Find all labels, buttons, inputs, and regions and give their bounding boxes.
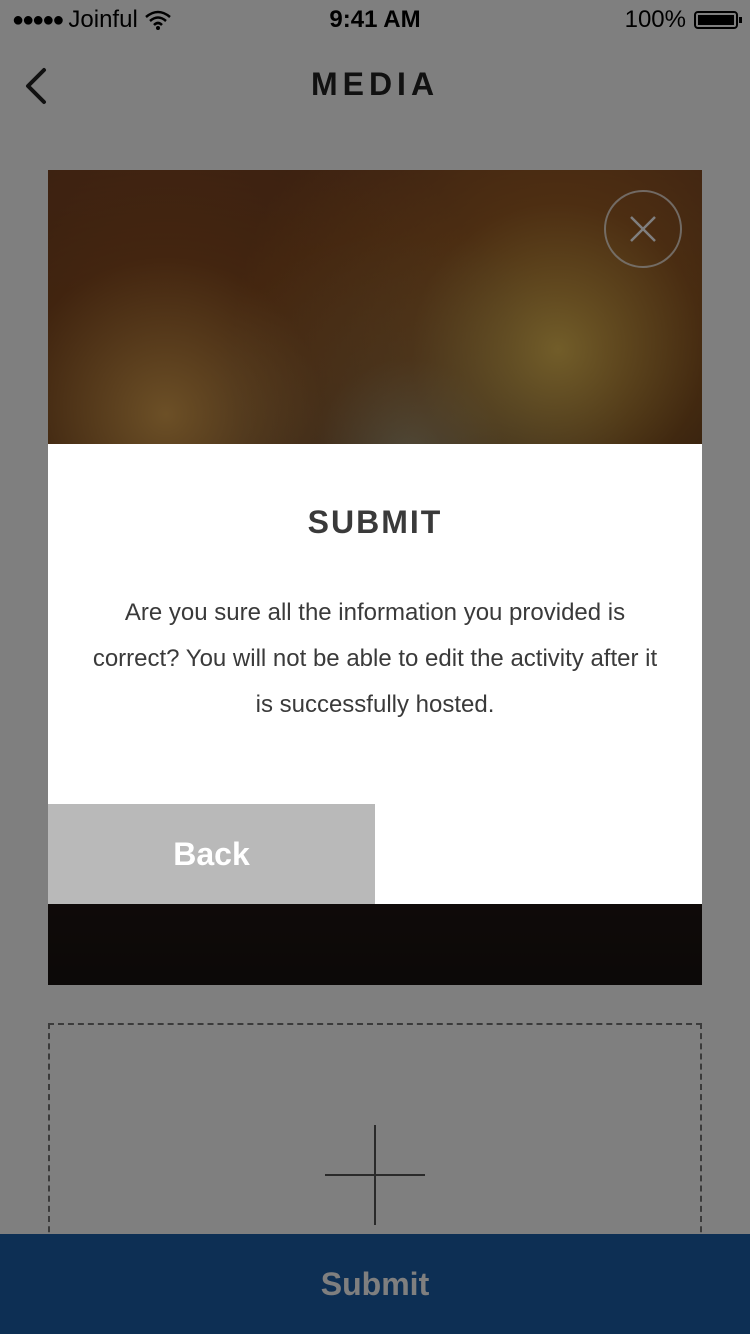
back-button[interactable]: Back xyxy=(48,804,375,904)
dialog-title: SUBMIT xyxy=(307,504,443,540)
back-button-label: Back xyxy=(173,835,250,872)
confirm-dialog: SUBMIT Are you sure all the information … xyxy=(48,444,702,904)
dialog-message: Are you sure all the information you pro… xyxy=(92,599,658,718)
